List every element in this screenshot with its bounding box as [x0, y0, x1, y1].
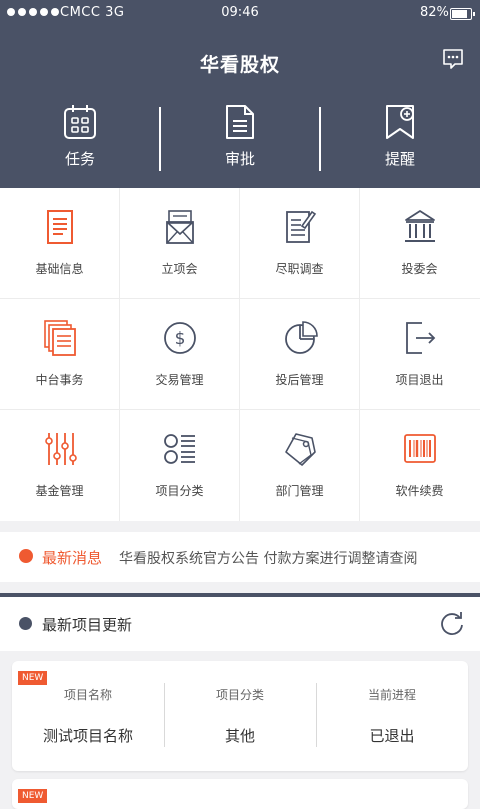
quick-action-label: 任务: [64, 150, 95, 168]
latest-news-bar[interactable]: 最新消息 华看股权系统官方公告 付款方案进行调整请查阅: [0, 532, 480, 582]
battery-icon: [450, 8, 475, 20]
envelope-icon: [166, 210, 194, 244]
menu-grid: 基础信息 立项会 尽职调查 投委会 中台事务 $ 交易管理 投后管理 项目退出 …: [0, 188, 480, 521]
menu-item-project-category[interactable]: 项目分类: [120, 410, 239, 520]
menu-item-post-investment[interactable]: 投后管理: [240, 299, 359, 409]
new-badge: NEW: [18, 789, 48, 803]
bookmark-plus-icon: [386, 105, 414, 139]
battery-percent: 82%: [420, 5, 449, 20]
pie-chart-icon: [285, 321, 318, 354]
menu-item-middle-office[interactable]: 中台事务: [0, 299, 119, 409]
menu-item-label: 中台事务: [35, 373, 84, 387]
stacked-documents-icon: [44, 320, 76, 356]
new-badge: NEW: [18, 671, 48, 685]
calendar-icon: [64, 105, 96, 139]
menu-item-basic-info[interactable]: 基础信息: [0, 188, 119, 298]
menu-item-project-exit[interactable]: 项目退出: [360, 299, 479, 409]
quick-action-label: 提醒: [384, 150, 415, 168]
document-pen-icon: [286, 210, 317, 243]
menu-item-fund-management[interactable]: 基金管理: [0, 410, 119, 520]
svg-text:$: $: [175, 329, 186, 349]
section-dot-icon: [19, 617, 32, 630]
menu-item-label: 投后管理: [275, 373, 324, 387]
document-lines-icon: [47, 210, 73, 244]
menu-item-project-meeting[interactable]: 立项会: [120, 188, 239, 298]
project-card[interactable]: NEW: [12, 779, 468, 809]
project-category: 其他: [224, 727, 255, 745]
menu-item-due-diligence[interactable]: 尽职调查: [240, 188, 359, 298]
news-title: 最新消息: [42, 549, 103, 567]
projects-header: 最新项目更新: [0, 593, 480, 651]
projects-title: 最新项目更新: [42, 616, 133, 634]
page-title: 华看股权: [199, 54, 280, 76]
column-header: 项目名称: [63, 688, 112, 702]
project-progress: 已退出: [369, 727, 415, 745]
menu-item-label: 立项会: [161, 262, 198, 276]
project-card[interactable]: NEW 项目名称 测试项目名称 项目分类 其他 当前进程 已退出: [12, 661, 468, 771]
menu-item-label: 部门管理: [275, 484, 324, 498]
news-text[interactable]: 华看股权系统官方公告 付款方案进行调整请查阅: [119, 548, 417, 568]
column-header: 项目分类: [215, 688, 264, 702]
quick-action-tasks[interactable]: 任务: [0, 104, 160, 174]
exit-icon: [406, 322, 436, 354]
menu-item-label: 项目退出: [395, 373, 444, 387]
menu-item-label: 交易管理: [155, 373, 204, 387]
menu-item-label: 基础信息: [35, 262, 84, 276]
document-icon: [226, 105, 254, 139]
bank-icon: [405, 210, 435, 242]
column-header: 当前进程: [367, 688, 416, 702]
quick-action-reminder[interactable]: 提醒: [320, 104, 480, 174]
quick-action-approval[interactable]: 审批: [160, 104, 320, 174]
menu-item-label: 软件续费: [395, 484, 444, 498]
refresh-icon[interactable]: [439, 611, 465, 637]
tags-icon: [285, 433, 316, 466]
project-name: 测试项目名称: [42, 727, 133, 745]
menu-item-transaction-management[interactable]: $ 交易管理: [120, 299, 239, 409]
menu-item-label: 项目分类: [155, 484, 204, 498]
message-button[interactable]: [441, 47, 465, 71]
quick-action-label: 审批: [224, 150, 255, 168]
chat-bubble-icon: [443, 49, 463, 69]
sliders-icon: [45, 433, 77, 465]
status-bar: CMCC 3G 09:46 82%: [0, 0, 480, 26]
barcode-icon: [404, 434, 436, 463]
latest-projects-section: 最新项目更新 NEW 项目名称 测试项目名称 项目分类 其他 当前进程 已退出 …: [0, 593, 480, 809]
menu-item-label: 基金管理: [35, 484, 84, 498]
menu-item-label: 尽职调查: [275, 262, 324, 276]
menu-item-investment-committee[interactable]: 投委会: [360, 188, 479, 298]
app-header: CMCC 3G 09:46 82% 华看股权 任务 审批 提醒: [0, 0, 480, 188]
menu-item-software-renewal[interactable]: 软件续费: [360, 410, 479, 520]
clock: 09:46: [221, 5, 259, 20]
menu-item-department-management[interactable]: 部门管理: [240, 410, 359, 520]
list-icon: [164, 434, 195, 464]
news-dot-icon: [19, 549, 33, 563]
menu-item-label: 投委会: [401, 262, 438, 276]
dollar-coin-icon: $: [164, 322, 196, 354]
